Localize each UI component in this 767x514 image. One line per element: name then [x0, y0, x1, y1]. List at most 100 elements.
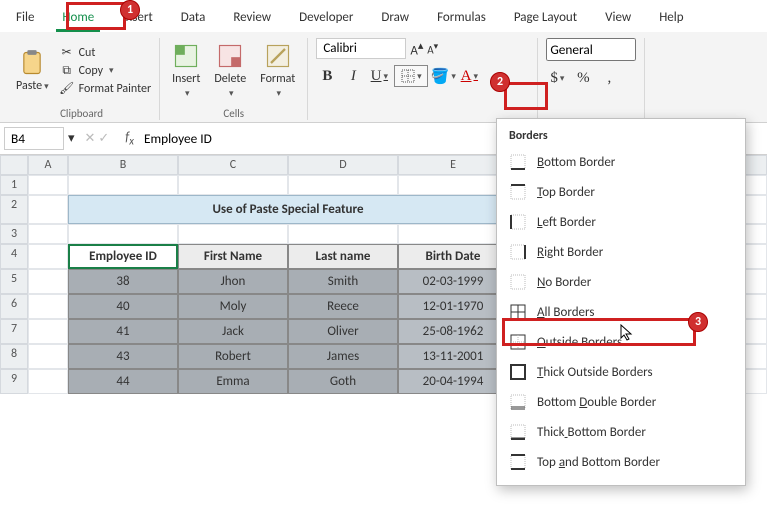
cell-blank[interactable]	[28, 344, 68, 369]
select-all-corner[interactable]	[0, 155, 28, 175]
table-header[interactable]: Employee ID	[68, 244, 178, 269]
table-cell[interactable]: Oliver	[288, 319, 398, 344]
tab-data[interactable]: Data	[175, 6, 212, 32]
menu-item-label: Top Border	[537, 185, 595, 200]
col-header-B[interactable]: B	[68, 155, 178, 175]
cell-blank[interactable]	[28, 175, 68, 195]
row-header-2[interactable]: 2	[0, 195, 28, 224]
table-cell[interactable]: Jhon	[178, 269, 288, 294]
table-header[interactable]: First Name	[178, 244, 288, 269]
row-header-8[interactable]: 8	[0, 344, 28, 369]
col-header-A[interactable]: A	[28, 155, 68, 175]
font-grow-button[interactable]: A▴	[410, 39, 423, 58]
border-menu-item[interactable]: Top Border	[499, 177, 743, 207]
table-cell[interactable]: 40	[68, 294, 178, 319]
comma-button[interactable]: ,	[598, 67, 620, 89]
border-menu-item[interactable]: No Border	[499, 267, 743, 297]
delete-button[interactable]: Delete	[210, 38, 250, 103]
tab-review[interactable]: Review	[227, 6, 277, 32]
border-menu-item[interactable]: Top and Bottom Border	[499, 447, 743, 477]
table-cell[interactable]: 20-04-1994	[398, 369, 508, 394]
table-cell[interactable]: Robert	[178, 344, 288, 369]
font-name-input[interactable]	[316, 38, 406, 59]
fx-icon[interactable]: fx	[119, 130, 140, 148]
col-header-E[interactable]: E	[398, 155, 508, 175]
border-menu-item[interactable]: Bottom Double Border	[499, 387, 743, 417]
fill-color-button[interactable]: 🪣	[432, 65, 454, 87]
callout-box-1	[66, 2, 126, 30]
tab-view[interactable]: View	[599, 6, 637, 32]
row-header-6[interactable]: 6	[0, 294, 28, 319]
border-menu-item[interactable]: Bottom Border	[499, 147, 743, 177]
table-cell[interactable]: 25-08-1962	[398, 319, 508, 344]
tab-help[interactable]: Help	[653, 6, 689, 32]
row-header-5[interactable]: 5	[0, 269, 28, 294]
table-cell[interactable]: Goth	[288, 369, 398, 394]
row-header-7[interactable]: 7	[0, 319, 28, 344]
currency-button[interactable]: $	[546, 67, 568, 89]
tab-developer[interactable]: Developer	[293, 6, 359, 32]
border-type-icon	[509, 393, 527, 411]
border-menu-item[interactable]: Thick Bottom Border	[499, 417, 743, 447]
underline-button[interactable]: U	[368, 65, 390, 87]
cell-blank[interactable]	[28, 224, 68, 244]
cell-blank[interactable]	[68, 175, 178, 195]
table-cell[interactable]: 41	[68, 319, 178, 344]
tab-file[interactable]: File	[10, 6, 40, 32]
col-header-C[interactable]: C	[178, 155, 288, 175]
cell-blank[interactable]	[398, 224, 508, 244]
table-header[interactable]: Last name	[288, 244, 398, 269]
table-cell[interactable]: 38	[68, 269, 178, 294]
borders-button[interactable]	[394, 65, 428, 87]
italic-button[interactable]: I	[342, 65, 364, 87]
table-cell[interactable]: Moly	[178, 294, 288, 319]
row-header-4[interactable]: 4	[0, 244, 28, 269]
cell-blank[interactable]	[398, 175, 508, 195]
format-button[interactable]: Format	[256, 38, 299, 103]
row-header-1[interactable]: 1	[0, 175, 28, 195]
cell-blank[interactable]	[178, 175, 288, 195]
format-painter-button[interactable]: 🖌 Format Painter	[59, 81, 152, 97]
tab-draw[interactable]: Draw	[375, 6, 415, 32]
table-cell[interactable]: James	[288, 344, 398, 369]
table-cell[interactable]: Emma	[178, 369, 288, 394]
border-type-icon	[509, 183, 527, 201]
cell-blank[interactable]	[28, 369, 68, 394]
table-cell[interactable]: Smith	[288, 269, 398, 294]
number-format-input[interactable]	[546, 38, 636, 61]
name-box[interactable]	[4, 127, 64, 150]
tab-page-layout[interactable]: Page Layout	[508, 6, 583, 32]
table-header[interactable]: Birth Date	[398, 244, 508, 269]
cell-blank[interactable]	[178, 224, 288, 244]
row-header-9[interactable]: 9	[0, 369, 28, 394]
cut-button[interactable]: ✂ Cut	[59, 45, 152, 61]
cell-blank[interactable]	[68, 224, 178, 244]
table-cell[interactable]: 13-11-2001	[398, 344, 508, 369]
table-cell[interactable]: 12-01-1970	[398, 294, 508, 319]
cell-blank[interactable]	[28, 269, 68, 294]
percent-button[interactable]: %	[572, 67, 594, 89]
cell-blank[interactable]	[288, 175, 398, 195]
cell-blank[interactable]	[28, 294, 68, 319]
table-cell[interactable]: Reece	[288, 294, 398, 319]
row-header-3[interactable]: 3	[0, 224, 28, 244]
border-menu-item[interactable]: Right Border	[499, 237, 743, 267]
border-menu-item[interactable]: Left Border	[499, 207, 743, 237]
border-menu-item[interactable]: Thick Outside Borders	[499, 357, 743, 387]
insert-button[interactable]: Insert	[168, 38, 204, 103]
table-cell[interactable]: 43	[68, 344, 178, 369]
paste-button[interactable]: Paste	[12, 45, 53, 97]
table-cell[interactable]: Jack	[178, 319, 288, 344]
col-header-D[interactable]: D	[288, 155, 398, 175]
cell-blank[interactable]	[28, 319, 68, 344]
cell-blank[interactable]	[28, 244, 68, 269]
bold-button[interactable]: B	[316, 65, 338, 87]
cell-blank[interactable]	[28, 195, 68, 224]
tab-formulas[interactable]: Formulas	[431, 6, 492, 32]
cell-blank[interactable]	[288, 224, 398, 244]
table-cell[interactable]: 02-03-1999	[398, 269, 508, 294]
copy-button[interactable]: ⧉ Copy	[59, 63, 152, 79]
font-shrink-button[interactable]: A▾	[427, 41, 438, 57]
font-color-button[interactable]: A	[458, 65, 480, 87]
table-cell[interactable]: 44	[68, 369, 178, 394]
